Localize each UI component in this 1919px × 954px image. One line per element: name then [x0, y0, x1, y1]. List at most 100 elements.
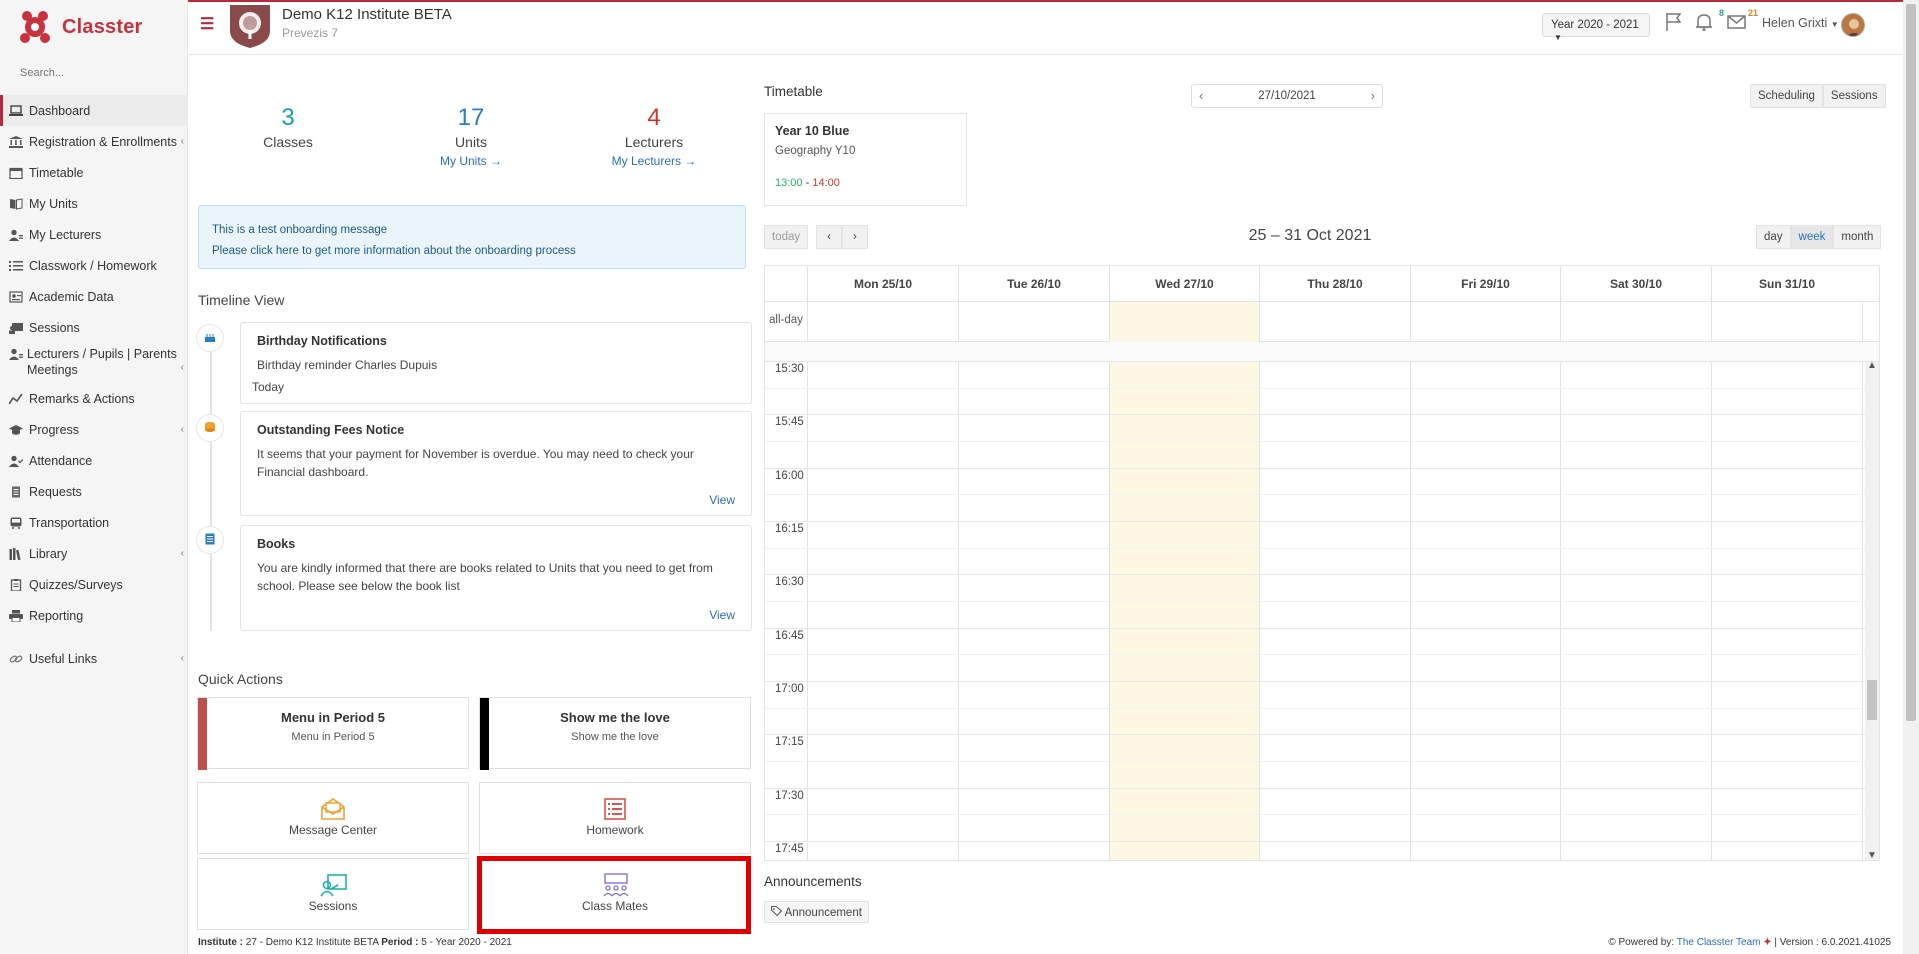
sidebar-item-transportation[interactable]: Transportation	[0, 507, 188, 538]
quick-action-show-me-the-love[interactable]: Show me the love Show me the love	[479, 697, 751, 770]
user-check-icon	[9, 455, 24, 467]
quick-action-class-mates[interactable]: Class Mates	[479, 858, 751, 930]
my-lecturers-link[interactable]: My Lecturers →	[579, 154, 729, 168]
sidebar-item-meetings[interactable]: Lecturers / Pupils | Parents Meetings ‹	[0, 343, 188, 383]
sidebar-item-quizzes-surveys[interactable]: Quizzes/Surveys	[0, 569, 188, 600]
current-date[interactable]: 27/10/2021	[1258, 90, 1316, 102]
column-divider	[1862, 362, 1863, 860]
chevron-left-icon: ‹	[180, 653, 184, 664]
sidebar-item-academic-data[interactable]: Academic Data	[0, 281, 188, 312]
time-slot-label: 17:00	[775, 683, 804, 695]
sidebar-search-input[interactable]	[18, 66, 178, 80]
scheduling-button[interactable]: Scheduling	[1750, 84, 1823, 108]
list-icon	[9, 260, 23, 272]
sidebar-item-label: Attendance	[29, 453, 93, 468]
quick-action-message-center[interactable]: Message Center	[197, 782, 469, 854]
day-header: Sun 31/10	[1711, 266, 1862, 302]
day-header: Thu 28/10	[1259, 266, 1410, 302]
page-scroll-thumb[interactable]	[1906, 4, 1916, 721]
column-divider	[807, 362, 808, 860]
avatar[interactable]	[1841, 13, 1865, 37]
month-view-button[interactable]: month	[1833, 225, 1882, 249]
page-scrollbar[interactable]	[1903, 0, 1919, 954]
column-divider	[1109, 362, 1110, 860]
slot-line	[765, 414, 1879, 415]
users-icon	[9, 229, 23, 241]
sidebar-item-classwork-homework[interactable]: Classwork / Homework	[0, 250, 188, 281]
prev-week-button[interactable]: ‹	[816, 225, 842, 249]
slot-line	[765, 628, 1879, 629]
sidebar-item-useful-links[interactable]: Useful Links ‹	[0, 643, 188, 674]
sidebar-item-my-units[interactable]: My Units	[0, 188, 188, 219]
onboarding-link[interactable]: Please click here to get more informatio…	[212, 241, 732, 262]
quick-action-menu-period-5[interactable]: Menu in Period 5 Menu in Period 5	[197, 697, 469, 770]
sidebar-item-label: Registration & Enrollments	[29, 134, 177, 149]
quick-action-homework[interactable]: Homework	[479, 782, 751, 854]
onboarding-message[interactable]: This is a test onboarding message Please…	[198, 205, 746, 269]
column-divider	[1711, 302, 1712, 342]
announcement-tag[interactable]: Announcement	[764, 901, 869, 923]
year-select[interactable]: Year 2020 - 2021 ▼	[1542, 13, 1650, 42]
sidebar-item-progress[interactable]: Progress ‹	[0, 414, 188, 445]
footer-institute-label: Institute :	[198, 937, 243, 948]
envelope-icon[interactable]: 21	[1726, 8, 1758, 34]
chevron-left-icon: ‹	[180, 362, 184, 373]
week-view-button[interactable]: week	[1790, 225, 1834, 249]
my-units-link[interactable]: My Units →	[396, 154, 546, 168]
calendar-scrollbar[interactable]: ▲ ▼	[1865, 362, 1879, 860]
app-logo[interactable]: Classter	[18, 8, 143, 46]
calendar-time-grid[interactable]: 15:30 15:45 16:00 16:15 16:30 16:45 17:0…	[765, 361, 1879, 860]
column-divider	[807, 302, 808, 342]
sidebar-item-sessions[interactable]: Sessions	[0, 312, 188, 343]
sidebar-item-registration[interactable]: Registration & Enrollments ‹	[0, 126, 188, 157]
scroll-down-icon[interactable]: ▼	[1867, 850, 1877, 860]
chevron-left-icon[interactable]: ‹	[1199, 88, 1203, 103]
quick-action-label: Class Mates	[581, 899, 649, 913]
stat-units-value: 17	[457, 104, 485, 131]
lesson-card[interactable]: Year 10 Blue Geography Y10 13:00 - 14:00	[764, 113, 967, 206]
sidebar-item-library[interactable]: Library ‹	[0, 538, 188, 569]
scroll-up-icon[interactable]: ▲	[1867, 362, 1877, 371]
calendar-view-buttons: day week month	[1756, 225, 1882, 249]
chevron-left-icon: ‹	[180, 424, 184, 435]
sidebar-item-reporting[interactable]: Reporting	[0, 600, 188, 631]
calendar-scroll-thumb[interactable]	[1867, 680, 1877, 720]
sidebar-item-label: Useful Links	[29, 651, 98, 666]
day-view-button[interactable]: day	[1756, 225, 1791, 249]
footer-period-label: Period :	[381, 937, 419, 948]
bell-icon[interactable]: 8	[1694, 8, 1724, 34]
quick-action-subtitle: Show me the love	[571, 731, 659, 743]
view-link[interactable]: View	[709, 493, 735, 507]
sessions-button[interactable]: Sessions	[1822, 84, 1886, 108]
view-link[interactable]: View	[709, 608, 735, 622]
today-column-highlight	[1109, 362, 1259, 860]
announcements-title: Announcements	[764, 874, 862, 889]
sidebar-item-dashboard[interactable]: Dashboard	[0, 95, 188, 126]
sidebar-item-label: Academic Data	[29, 289, 114, 304]
classter-team-link[interactable]: The Classter Team	[1677, 937, 1761, 948]
sidebar-item-attendance[interactable]: Attendance	[0, 445, 188, 476]
chevron-right-icon[interactable]: ›	[1371, 88, 1375, 103]
tag-icon	[771, 906, 785, 919]
quick-action-color-bar	[480, 698, 489, 770]
today-button[interactable]: today	[764, 225, 809, 249]
classroom-icon	[602, 873, 629, 897]
sidebar-item-label: My Lecturers	[29, 227, 102, 242]
sidebar-item-remarks-actions[interactable]: Remarks & Actions	[0, 383, 188, 414]
flag-icon[interactable]	[1664, 12, 1686, 34]
stat-classes-label: Classes	[263, 134, 313, 150]
user-menu[interactable]: Helen Grixti ▼	[1762, 16, 1839, 30]
quick-action-sessions[interactable]: Sessions	[197, 858, 469, 930]
allday-label: all-day	[769, 314, 803, 326]
time-slot-label: 17:30	[775, 790, 804, 802]
timetable-title: Timetable	[764, 84, 823, 99]
timeline-card-text: You are kindly informed that there are b…	[257, 561, 713, 593]
column-divider	[1259, 302, 1260, 342]
menu-toggle-icon[interactable]: ☰	[200, 14, 214, 34]
next-week-button[interactable]: ›	[841, 225, 868, 249]
sidebar-item-my-lecturers[interactable]: My Lecturers	[0, 219, 188, 250]
sidebar-item-requests[interactable]: Requests	[0, 476, 188, 507]
slot-line	[765, 814, 1879, 815]
sidebar-item-label: Lecturers / Pupils | Parents Meetings	[27, 347, 177, 377]
sidebar-item-timetable[interactable]: Timetable	[0, 157, 188, 188]
